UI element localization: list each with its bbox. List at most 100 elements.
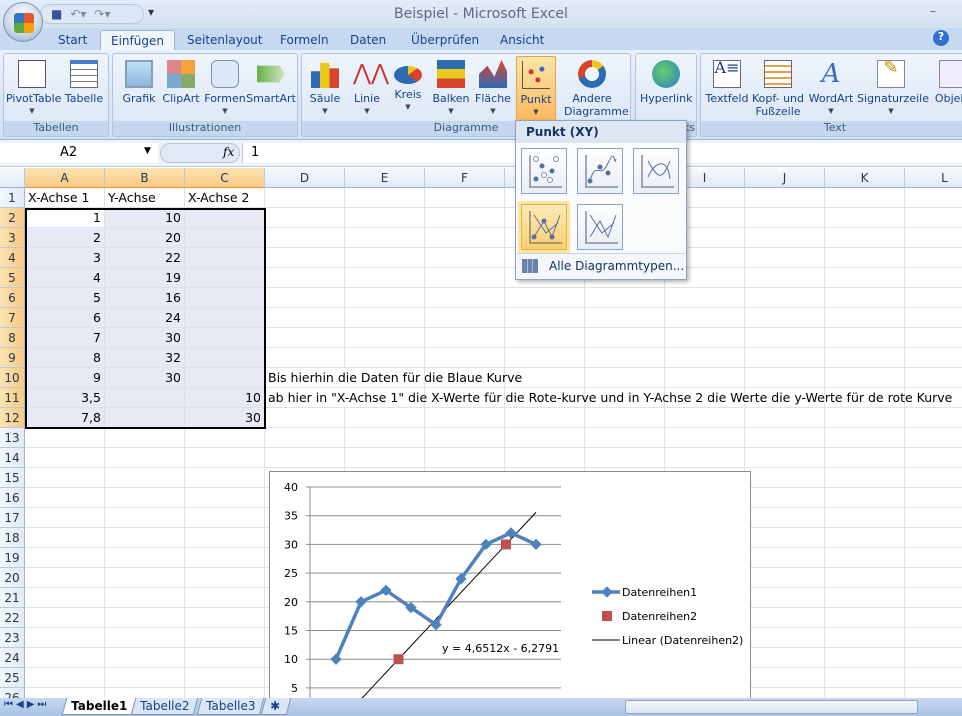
cell-C26[interactable]	[185, 688, 265, 698]
cell-A25[interactable]	[25, 668, 105, 688]
cell-J20[interactable]	[745, 568, 825, 588]
cell-F9[interactable]	[425, 348, 505, 368]
cell-L12[interactable]	[905, 408, 962, 428]
cell-C22[interactable]	[185, 608, 265, 628]
customize-qat-icon[interactable]: ▾	[148, 5, 154, 19]
cell-C3[interactable]	[185, 228, 265, 248]
cell-I12[interactable]	[665, 408, 745, 428]
cell-L7[interactable]	[905, 308, 962, 328]
cell-G13[interactable]	[505, 428, 585, 448]
row-header[interactable]: 9	[0, 348, 25, 368]
office-button[interactable]	[3, 2, 43, 42]
cell-C19[interactable]	[185, 548, 265, 568]
cell-B16[interactable]	[105, 488, 185, 508]
cell-C21[interactable]	[185, 588, 265, 608]
cell-J24[interactable]	[745, 648, 825, 668]
textfeld-button[interactable]: A≡ Textfeld	[701, 56, 753, 122]
row-header[interactable]: 7	[0, 308, 25, 328]
cell-K26[interactable]	[825, 688, 905, 698]
cell-C25[interactable]	[185, 668, 265, 688]
cell-J22[interactable]	[745, 608, 825, 628]
cell-C5[interactable]	[185, 268, 265, 288]
cell-F7[interactable]	[425, 308, 505, 328]
undo-icon[interactable]: ↶▾	[70, 7, 86, 21]
row-header[interactable]: 1	[0, 188, 25, 208]
row-header[interactable]: 20	[0, 568, 25, 588]
hyperlink-button[interactable]: Hyperlink	[640, 56, 693, 122]
punkt-button[interactable]: Punkt ▼	[516, 56, 556, 122]
cell-L9[interactable]	[905, 348, 962, 368]
cell-D6[interactable]	[265, 288, 345, 308]
cell-J17[interactable]	[745, 508, 825, 528]
tab-formeln[interactable]: Formeln	[270, 30, 339, 51]
row-header[interactable]: 16	[0, 488, 25, 508]
cell-J25[interactable]	[745, 668, 825, 688]
cell-F2[interactable]	[425, 208, 505, 228]
cell-C6[interactable]	[185, 288, 265, 308]
cell-J23[interactable]	[745, 628, 825, 648]
cell-D4[interactable]	[265, 248, 345, 268]
cell-K17[interactable]	[825, 508, 905, 528]
cell-L5[interactable]	[905, 268, 962, 288]
cell-D12[interactable]	[265, 408, 345, 428]
cell-B6[interactable]: 16	[105, 288, 185, 308]
cell-B26[interactable]	[105, 688, 185, 698]
cell-H7[interactable]	[585, 308, 665, 328]
cell-C17[interactable]	[185, 508, 265, 528]
cell-F1[interactable]	[425, 188, 505, 208]
cell-C14[interactable]	[185, 448, 265, 468]
row-header[interactable]: 2	[0, 208, 25, 228]
cell-I13[interactable]	[665, 428, 745, 448]
row-header[interactable]: 12	[0, 408, 25, 428]
cell-D10[interactable]: Bis hierhin die Daten für die Blaue Kurv…	[265, 368, 522, 388]
row-header[interactable]: 24	[0, 648, 25, 668]
cell-L13[interactable]	[905, 428, 962, 448]
cell-D14[interactable]	[265, 448, 345, 468]
cell-A9[interactable]: 8	[25, 348, 105, 368]
cell-A2[interactable]: 1	[25, 208, 105, 228]
cell-A3[interactable]: 2	[25, 228, 105, 248]
cell-D5[interactable]	[265, 268, 345, 288]
cell-C20[interactable]	[185, 568, 265, 588]
cell-K18[interactable]	[825, 528, 905, 548]
cell-L14[interactable]	[905, 448, 962, 468]
cell-H14[interactable]	[585, 448, 665, 468]
cell-B12[interactable]	[105, 408, 185, 428]
cell-L24[interactable]	[905, 648, 962, 668]
horizontal-scrollbar[interactable]	[625, 700, 918, 714]
cell-K13[interactable]	[825, 428, 905, 448]
cell-B23[interactable]	[105, 628, 185, 648]
cell-B21[interactable]	[105, 588, 185, 608]
cell-B7[interactable]: 24	[105, 308, 185, 328]
cell-B3[interactable]: 20	[105, 228, 185, 248]
cell-E1[interactable]	[345, 188, 425, 208]
cell-K9[interactable]	[825, 348, 905, 368]
cell-C9[interactable]	[185, 348, 265, 368]
kopf-fusszeile-button[interactable]: Kopf- und Fußzeile	[751, 56, 805, 122]
cell-L8[interactable]	[905, 328, 962, 348]
cell-J5[interactable]	[745, 268, 825, 288]
row-header[interactable]: 26	[0, 688, 25, 698]
cell-A19[interactable]	[25, 548, 105, 568]
help-icon[interactable]: ?	[933, 30, 949, 46]
cell-K21[interactable]	[825, 588, 905, 608]
cell-D13[interactable]	[265, 428, 345, 448]
cell-I9[interactable]	[665, 348, 745, 368]
scatter-chart[interactable]: 40 35 30 25 20 15 10 5 y = 4,6512x - 6,2791 Daten…	[269, 471, 751, 698]
cell-E8[interactable]	[345, 328, 425, 348]
cell-K4[interactable]	[825, 248, 905, 268]
cell-C10[interactable]	[185, 368, 265, 388]
cell-C4[interactable]	[185, 248, 265, 268]
cell-E4[interactable]	[345, 248, 425, 268]
cell-L23[interactable]	[905, 628, 962, 648]
cell-K6[interactable]	[825, 288, 905, 308]
cell-J6[interactable]	[745, 288, 825, 308]
cell-I10[interactable]	[665, 368, 745, 388]
row-header[interactable]: 14	[0, 448, 25, 468]
cell-C18[interactable]	[185, 528, 265, 548]
scatter-smooth-markers-option[interactable]	[577, 148, 623, 194]
scatter-straight-lines-option[interactable]	[577, 204, 623, 250]
cell-F6[interactable]	[425, 288, 505, 308]
smartart-button[interactable]: SmartArt	[245, 56, 297, 122]
cell-L20[interactable]	[905, 568, 962, 588]
